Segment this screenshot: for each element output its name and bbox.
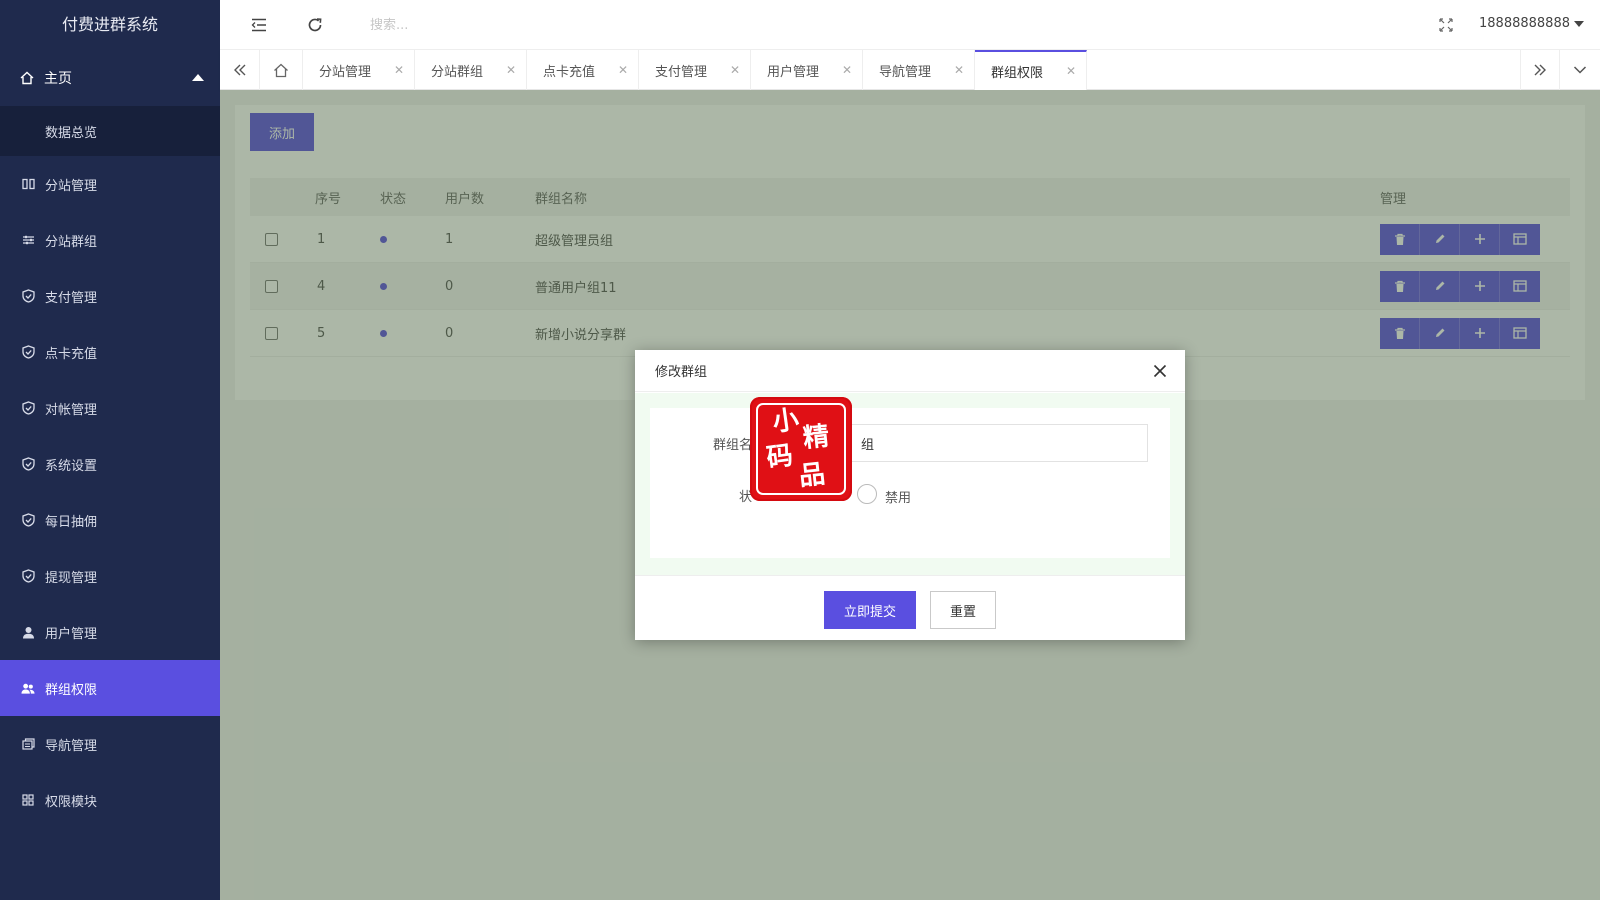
close-icon[interactable]: ✕ [394,63,404,77]
tab-label: 导航管理 [879,64,932,80]
tab-label: 支付管理 [655,64,708,80]
sidebar-item-label: 支付管理 [45,290,98,306]
caret-down-icon [1574,20,1584,27]
dialog-header: 修改群组 [635,350,1185,392]
search-input[interactable] [370,15,570,35]
tab-users[interactable]: 用户管理 ✕ [751,50,863,90]
sidebar-item-label: 群组权限 [45,682,98,698]
svg-text:码: 码 [765,441,795,474]
grid-icon [21,794,35,806]
edit-group-dialog: 修改群组 群组名 状 禁用 立即提交 重置 [635,350,1185,640]
username: 18888888888 [1479,16,1570,31]
reset-button[interactable]: 重置 [930,591,996,629]
svg-text:精: 精 [802,421,831,454]
chevron-down-icon[interactable] [1560,50,1600,90]
dialog-body: 群组名 状 禁用 [635,393,1185,575]
shield-check-icon [21,401,35,415]
sidebar-item-label: 导航管理 [45,738,98,754]
sidebar-item-payment[interactable]: 支付管理 [0,268,220,324]
tab-home-icon[interactable] [260,50,303,90]
tab-label: 群组权限 [991,65,1044,81]
columns-icon [21,178,35,190]
group-name-label: 群组名 [712,438,752,453]
sidebar-item-recharge[interactable]: 点卡充值 [0,324,220,380]
close-icon[interactable]: ✕ [730,63,740,77]
submit-button[interactable]: 立即提交 [824,591,916,629]
user-menu[interactable]: 18888888888 [1479,16,1584,31]
sidebar-item-settings[interactable]: 系统设置 [0,436,220,492]
group-name-input[interactable] [850,424,1148,462]
sidebar-item-substation[interactable]: 分站管理 [0,156,220,212]
sidebar-item-label: 主页 [44,71,72,87]
svg-text:品: 品 [798,459,827,492]
sidebar-item-reconcile[interactable]: 对帐管理 [0,380,220,436]
home-icon [20,71,34,85]
shield-check-icon [21,289,35,303]
shield-check-icon [21,457,35,471]
close-icon[interactable]: ✕ [842,63,852,77]
sidebar-item-overview[interactable]: 数据总览 [0,106,220,156]
shield-check-icon [21,345,35,359]
edit-form: 群组名 状 禁用 [650,408,1170,558]
sidebar-menu: 分站管理 分站群组 支付管理 点卡充值 对帐管理 系统设置 每日抽佣 提现管理 [0,156,220,828]
tab-group-permission[interactable]: 群组权限 ✕ [975,50,1087,90]
close-icon[interactable] [1151,362,1169,380]
sidebar-item-home[interactable]: 主页 [0,50,220,106]
sidebar-item-label: 对帐管理 [45,402,98,418]
radio-disabled-label: 禁用 [885,491,912,506]
dialog-title: 修改群组 [655,365,708,380]
seal-stamp: 小 精 码 品 [750,397,852,501]
close-icon[interactable]: ✕ [1066,64,1076,78]
sidebar-item-label: 提现管理 [45,570,98,586]
tab-substation[interactable]: 分站管理 ✕ [303,50,415,90]
shield-check-icon [21,569,35,583]
tabs-scroll-left-icon[interactable] [220,50,260,90]
users-icon [21,682,35,695]
status-label: 状 [738,490,752,505]
app-title: 付费进群系统 [61,15,158,34]
close-icon[interactable]: ✕ [618,63,628,77]
sidebar-item-label: 分站群组 [45,234,98,250]
sidebar-item-commission[interactable]: 每日抽佣 [0,492,220,548]
fullscreen-icon[interactable] [1436,15,1456,35]
sidebar-item-navigation[interactable]: 导航管理 [0,716,220,772]
user-icon [21,626,35,639]
close-icon[interactable]: ✕ [954,63,964,77]
seal-lettering: 小 精 码 品 [765,405,831,492]
tab-label: 点卡充值 [543,64,596,80]
refresh-icon[interactable] [305,15,325,35]
sidebar-item-label: 权限模块 [45,794,98,810]
shield-check-icon [21,513,35,527]
sidebar-item-group-permission[interactable]: 群组权限 [0,660,220,716]
sidebar-item-label: 每日抽佣 [45,514,98,530]
sidebar-item-withdraw[interactable]: 提现管理 [0,548,220,604]
sidebar-item-label: 点卡充值 [45,346,98,362]
tabs-scroll-right-icon[interactable] [1520,50,1560,90]
tab-recharge[interactable]: 点卡充值 ✕ [527,50,639,90]
sidebar-item-permission-module[interactable]: 权限模块 [0,772,220,828]
tab-label: 分站群组 [431,64,484,80]
sidebar-item-label: 用户管理 [45,626,98,642]
tabs-bar: 分站管理 ✕ 分站群组 ✕ 点卡充值 ✕ 支付管理 ✕ 用户管理 ✕ 导航管理 ✕ 群组权限… [220,50,1600,90]
tab-label: 分站管理 [319,64,372,80]
tab-label: 用户管理 [767,64,820,80]
sidebar: 付费进群系统 主页 数据总览 分站管理 分站群组 支付管理 点卡充值 对帐管理 [0,0,220,900]
top-bar: 18888888888 [220,0,1600,50]
sidebar-item-users[interactable]: 用户管理 [0,604,220,660]
close-icon[interactable]: ✕ [506,63,516,77]
sidebar-item-label: 系统设置 [45,458,98,474]
sidebar-item-substation-group[interactable]: 分站群组 [0,212,220,268]
nav-icon [21,738,35,750]
sidebar-item-label: 分站管理 [45,178,98,194]
chevron-up-icon [192,74,204,81]
dialog-footer: 立即提交 重置 [635,575,1185,640]
tab-payment[interactable]: 支付管理 ✕ [639,50,751,90]
svg-text:小: 小 [771,405,801,438]
radio-disabled[interactable] [857,484,877,504]
tab-navigation[interactable]: 导航管理 ✕ [863,50,975,90]
sliders-icon [21,234,35,246]
menu-collapse-icon[interactable] [249,15,269,35]
tab-substation-group[interactable]: 分站群组 ✕ [415,50,527,90]
